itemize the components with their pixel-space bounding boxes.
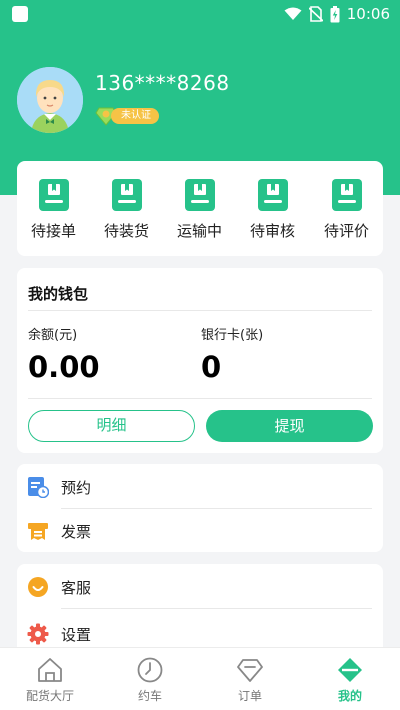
avatar[interactable] <box>17 67 83 133</box>
diamond-outline-icon <box>237 659 263 682</box>
order-label: 待审核 <box>249 222 295 240</box>
status-bar: 10:06 <box>0 0 400 30</box>
document-icon <box>111 179 142 211</box>
withdraw-button[interactable]: 提现 <box>206 410 373 442</box>
order-status-card: 待接单 待装货 运输中 待审核 待评价 <box>17 161 383 256</box>
balance-value: 0.00 <box>28 350 100 384</box>
menu-label: 预约 <box>61 479 92 497</box>
menu-group-services: 预约 发票 <box>17 464 383 552</box>
nav-label: 我的 <box>337 689 362 703</box>
document-icon <box>257 179 288 211</box>
home-icon <box>38 658 62 682</box>
clock-icon <box>137 657 163 683</box>
nav-label: 订单 <box>237 689 262 703</box>
menu-item-customer-service[interactable]: 客服 <box>17 564 383 608</box>
wallet-card: 我的钱包 余额(元) 0.00 银行卡(张) 0 明细 提现 <box>17 268 383 453</box>
status-time: 10:06 <box>346 5 390 23</box>
battery-charging-icon <box>330 5 340 22</box>
mine-active-icon <box>338 658 362 682</box>
gear-icon <box>27 623 49 645</box>
order-label: 运输中 <box>176 222 222 240</box>
nav-book-truck[interactable]: 约车 <box>100 648 200 710</box>
verify-badge[interactable]: 未认证 <box>95 106 159 126</box>
wallet-title: 我的钱包 <box>28 285 89 303</box>
divider <box>28 398 372 399</box>
menu-item-booking[interactable]: 预约 <box>17 464 383 508</box>
menu-item-invoice[interactable]: 发票 <box>17 508 383 552</box>
order-label: 待接单 <box>30 222 76 240</box>
document-icon <box>38 179 69 211</box>
calendar-clock-icon <box>28 477 49 498</box>
bank-card-label: 银行卡(张) <box>201 328 264 343</box>
user-phone: 136****8268 <box>95 71 230 95</box>
order-label: 待装货 <box>103 222 149 240</box>
divider <box>28 310 372 311</box>
menu-label: 客服 <box>61 579 92 597</box>
customer-service-icon <box>28 577 48 597</box>
nav-cargo-hall[interactable]: 配货大厅 <box>0 648 100 710</box>
wifi-icon <box>284 7 302 20</box>
nav-orders[interactable]: 订单 <box>200 648 300 710</box>
divider <box>61 608 372 609</box>
nav-label: 约车 <box>137 689 162 703</box>
menu-label: 发票 <box>61 523 92 541</box>
no-sim-icon <box>308 6 323 22</box>
avatar-illustration <box>17 67 83 133</box>
document-icon <box>184 179 215 211</box>
order-label: 待评价 <box>323 222 369 240</box>
balance-label: 余额(元) <box>28 328 78 343</box>
menu-group-support: 客服 设置 <box>17 564 383 659</box>
invoice-icon <box>28 523 48 540</box>
bank-card-value[interactable]: 0 <box>201 350 221 384</box>
bottom-nav: 配货大厅 约车 订单 我的 <box>0 647 400 710</box>
nav-label: 配货大厅 <box>25 689 74 703</box>
menu-label: 设置 <box>61 626 92 644</box>
nav-mine[interactable]: 我的 <box>300 648 400 710</box>
detail-button[interactable]: 明细 <box>28 410 195 442</box>
document-icon <box>331 179 362 211</box>
verify-badge-label: 未认证 <box>111 108 159 124</box>
notification-icon <box>12 6 28 22</box>
